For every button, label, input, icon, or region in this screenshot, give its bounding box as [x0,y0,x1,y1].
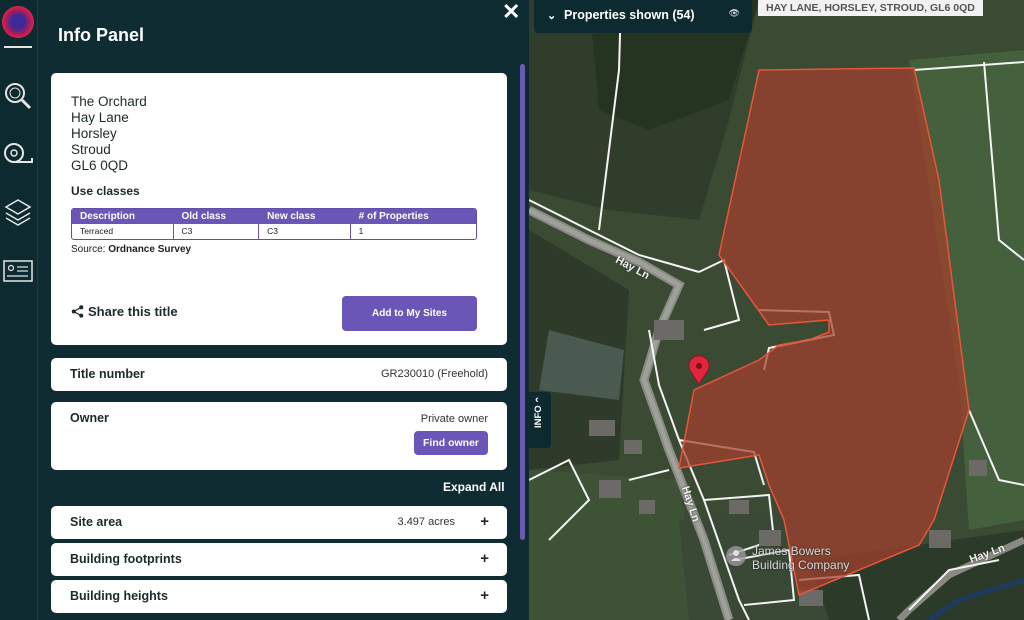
layers-box-icon[interactable] [2,196,34,228]
table-row: Terraced C3 C3 1 [72,224,476,239]
address-line: Horsley [71,126,117,141]
table-header-row: Description Old class New class # of Pro… [72,209,476,224]
report-card-icon[interactable] [2,255,34,287]
info-panel: Info Panel ✕ The Orchard Hay Lane Horsle… [38,0,529,620]
source-prefix: Source: [71,244,109,255]
title-number-label: Title number [70,367,145,381]
address-line: Stroud [71,142,111,157]
address-line: The Orchard [71,94,147,109]
data-source: Source: Ordnance Survey [71,244,191,255]
owner-label: Owner [70,411,109,425]
search-magnifier-icon[interactable] [2,80,34,112]
app-logo[interactable] [2,6,34,38]
table-cell: Terraced [72,224,174,239]
column-header: Description [80,211,136,222]
share-title-link[interactable]: Share this title [71,304,178,319]
section-building-footprints[interactable]: Building footprints + [51,543,507,576]
column-header: # of Properties [358,211,429,222]
address-line: GL6 0QD [71,158,129,173]
address-line: Hay Lane [71,110,129,125]
share-icon [71,305,84,318]
column-header: Old class [181,211,226,222]
rail-divider [4,46,32,48]
section-building-heights[interactable]: Building heights + [51,580,507,613]
tape-measure-icon[interactable] [2,137,34,169]
site-area-value: 3.497 acres [397,516,455,528]
map-imagery [529,0,1024,620]
use-classes-table: Description Old class New class # of Pro… [71,208,477,240]
title-number-value: GR230010 (Freehold) [380,368,488,380]
table-cell: C3 [259,224,351,239]
expand-plus-icon[interactable]: + [480,587,489,604]
map-address-strip: HAY LANE, HORSLEY, STROUD, GL6 0QD [758,0,983,16]
owner-status: Private owner [420,413,488,425]
column-header: New class [267,211,316,222]
title-number-card: Title number GR230010 (Freehold) [51,358,507,391]
owner-card: Owner Private owner Find owner [51,402,507,470]
expand-plus-icon[interactable]: + [480,550,489,567]
info-tab[interactable]: ‹ INFO [529,392,551,448]
properties-shown-toggle[interactable]: ⌄ Properties shown (54) 👁 [534,0,752,33]
info-tab-label: INFO [533,405,544,428]
section-site-area[interactable]: Site area 3.497 acres + [51,506,507,539]
close-panel-button[interactable]: ✕ [502,0,520,24]
share-label: Share this title [88,304,178,319]
eye-icon[interactable]: 👁 [729,8,740,19]
find-owner-button[interactable]: Find owner [414,431,488,455]
table-cell: 1 [358,226,364,236]
poi-name-line: James Bowers [752,544,831,558]
section-label: Building heights [70,589,168,603]
satellite-map[interactable]: Hay Ln Hay Ln Hay Ln James Bowers Buildi… [529,0,1024,620]
use-classes-heading: Use classes [71,184,140,198]
chevron-down-icon: ⌄ [547,10,557,22]
source-name: Ordnance Survey [108,244,192,255]
section-label: Building footprints [70,552,182,566]
poi-name-line: Building Company [752,558,850,572]
expand-all-link[interactable]: Expand All [443,480,505,494]
panel-scrollbar[interactable] [520,64,525,540]
section-label: Site area [70,515,123,529]
panel-title: Info Panel [58,25,145,45]
left-nav-rail [0,0,38,620]
property-address: The Orchard Hay Lane Horsley Stroud GL6 … [71,94,147,174]
add-to-my-sites-button[interactable]: Add to My Sites [342,296,477,331]
properties-shown-label: Properties shown (54) [564,8,695,22]
expand-plus-icon[interactable]: + [480,513,489,530]
chevron-left-icon: ‹ [535,394,539,406]
title-summary-card: The Orchard Hay Lane Horsley Stroud GL6 … [51,73,507,345]
poi-label: James Bowers Building Company [752,544,849,572]
table-cell: C3 [174,224,260,239]
